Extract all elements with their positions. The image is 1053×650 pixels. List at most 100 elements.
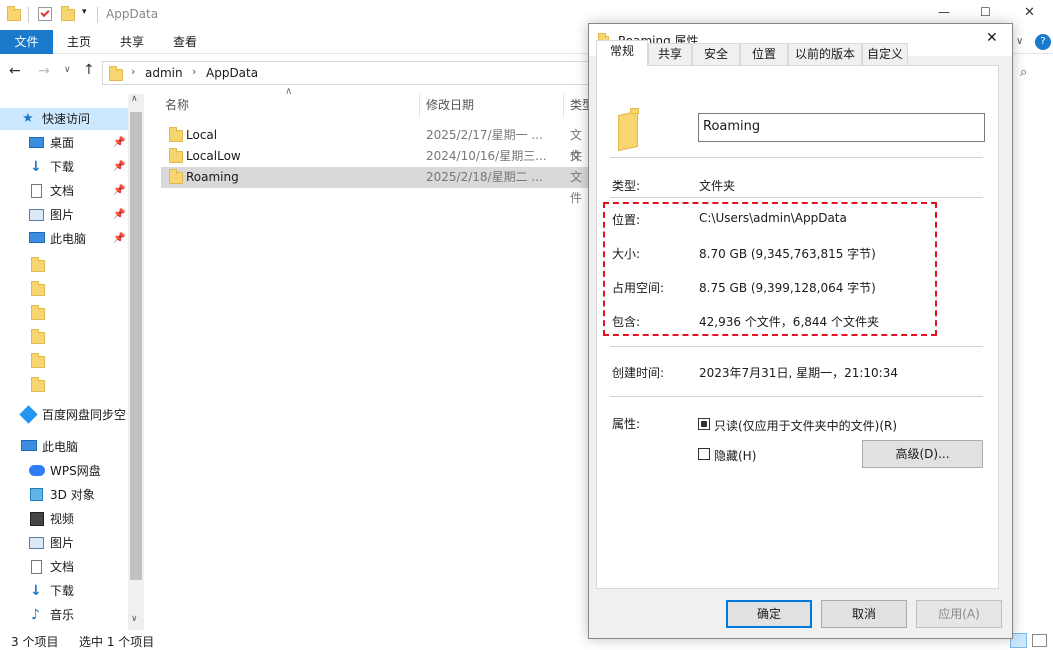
nav-videos[interactable]: 视频	[0, 508, 128, 530]
window-title: AppData	[106, 7, 159, 21]
column-divider[interactable]	[419, 94, 420, 118]
dialog-tab-previous-versions[interactable]: 以前的版本	[788, 43, 862, 65]
folder-icon[interactable]	[31, 329, 45, 344]
minimize-button[interactable]: —	[938, 5, 950, 19]
new-folder-icon[interactable]	[61, 6, 75, 21]
folder-icon[interactable]	[31, 377, 45, 392]
column-divider[interactable]	[563, 94, 564, 118]
computer-icon	[21, 440, 37, 451]
separator	[610, 157, 983, 158]
nav-documents[interactable]: 文档 📌	[0, 180, 128, 202]
back-arrow-icon[interactable]: ←	[9, 63, 21, 79]
help-icon[interactable]: ?	[1035, 34, 1051, 50]
divider	[28, 7, 29, 23]
separator	[610, 346, 983, 347]
nav-label: 文档	[50, 560, 75, 574]
nav-label: WPS网盘	[50, 464, 101, 478]
nav-downloads[interactable]: ↓ 下载 📌	[0, 156, 128, 178]
readonly-label[interactable]: 只读(仅应用于文件夹中的文件)(R)	[714, 417, 897, 434]
breadcrumb-admin[interactable]: admin	[145, 66, 183, 80]
chevron-down-icon[interactable]: ∨	[1016, 36, 1023, 47]
nav-wps-drive[interactable]: WPS网盘	[0, 460, 128, 482]
large-icons-view-icon[interactable]	[1032, 634, 1047, 647]
tab-view[interactable]: 查看	[164, 30, 206, 54]
cloud-icon	[29, 465, 45, 476]
dialog-tab-security[interactable]: 安全	[692, 43, 740, 65]
file-name: Local	[186, 128, 218, 142]
nav-this-pc-pinned[interactable]: 此电脑 📌	[0, 228, 128, 250]
nav-this-pc[interactable]: 此电脑	[0, 436, 128, 458]
chevron-down-icon[interactable]: ▾	[82, 7, 87, 17]
maximize-button[interactable]: ☐	[980, 5, 991, 19]
column-header-date[interactable]: 修改日期	[426, 95, 474, 115]
file-name: LocalLow	[186, 149, 241, 163]
readonly-checkbox[interactable]	[698, 418, 710, 430]
separator	[610, 197, 983, 198]
tab-file[interactable]: 文件	[0, 30, 53, 54]
folder-icon[interactable]	[31, 257, 45, 272]
tab-home[interactable]: 主页	[58, 30, 100, 54]
nav-quick-access[interactable]: ★ 快速访问	[0, 108, 128, 130]
tab-share[interactable]: 共享	[111, 30, 153, 54]
document-icon	[31, 184, 42, 198]
dialog-tab-sharing[interactable]: 共享	[648, 43, 692, 65]
close-button[interactable]: ✕	[1024, 5, 1035, 20]
nav-pictures[interactable]: 图片 📌	[0, 204, 128, 226]
table-row[interactable]: Local 2025/2/17/星期一 ... 文件	[161, 125, 591, 163]
nav-downloads-pc[interactable]: ↓ 下载	[0, 580, 128, 602]
dialog-close-button[interactable]: ✕	[986, 30, 998, 46]
nav-documents-pc[interactable]: 文档	[0, 556, 128, 578]
nav-label: 视频	[50, 512, 75, 526]
dialog-tab-general[interactable]: 常规	[596, 40, 648, 66]
hidden-checkbox[interactable]	[698, 448, 710, 460]
nav-pictures-pc[interactable]: 图片	[0, 532, 128, 554]
nav-label: 文档	[50, 184, 75, 198]
nav-music[interactable]: ♪ 音乐	[0, 604, 128, 626]
created-label: 创建时间:	[612, 366, 665, 380]
nav-label: 图片	[50, 536, 75, 550]
nav-3d-objects[interactable]: 3D 对象	[0, 484, 128, 506]
dialog-tab-customize[interactable]: 自定义	[862, 43, 908, 65]
search-icon[interactable]: ⌕	[1020, 65, 1027, 80]
scroll-down-icon[interactable]: ∨	[131, 614, 138, 624]
navigation-pane: ★ 快速访问 桌面 📌 ↓ 下载 📌 文档 📌 图片 📌 此电脑 📌 百度网盘同…	[0, 108, 145, 630]
cancel-button[interactable]: 取消	[821, 600, 907, 628]
nav-desktop[interactable]: 桌面 📌	[0, 132, 128, 154]
forward-arrow-icon[interactable]: →	[38, 63, 50, 79]
hidden-label[interactable]: 隐藏(H)	[714, 447, 756, 464]
pin-icon[interactable]: 📌	[113, 132, 125, 154]
scroll-up-icon[interactable]: ∧	[131, 94, 138, 104]
folder-icon[interactable]	[31, 281, 45, 296]
pin-icon[interactable]: 📌	[113, 156, 125, 178]
nav-baidu-sync[interactable]: 百度网盘同步空	[0, 404, 128, 426]
file-date: 2025/2/18/星期二 ...	[426, 170, 543, 184]
nav-label: 快速访问	[42, 112, 91, 126]
pin-icon[interactable]: 📌	[113, 204, 125, 226]
breadcrumb-separator-icon: ›	[192, 65, 197, 78]
nav-label: 百度网盘同步空	[42, 408, 127, 422]
pin-icon[interactable]: 📌	[113, 180, 125, 202]
column-header-name[interactable]: 名称	[165, 95, 189, 115]
breadcrumb-appdata[interactable]: AppData	[206, 66, 258, 80]
apply-button[interactable]: 应用(A)	[916, 600, 1002, 628]
folder-icon[interactable]	[31, 353, 45, 368]
ok-button[interactable]: 确定	[726, 600, 812, 628]
table-row-selected[interactable]: Roaming 2025/2/18/星期二 ... 文件	[161, 167, 591, 205]
properties-icon[interactable]	[38, 7, 52, 21]
download-icon: ↓	[30, 159, 42, 175]
nav-label: 下载	[50, 584, 75, 598]
up-arrow-icon[interactable]: ↑	[83, 62, 95, 78]
advanced-button[interactable]: 高级(D)...	[862, 440, 983, 468]
address-bar[interactable]: › admin › AppData	[102, 61, 590, 85]
dialog-tab-location[interactable]: 位置	[740, 43, 788, 65]
sort-ascending-icon: ∧	[285, 86, 293, 97]
table-row[interactable]: LocalLow 2024/10/16/星期三... 文件	[161, 146, 591, 184]
nav-label: 桌面	[50, 136, 75, 150]
recent-chevron-icon[interactable]: ∨	[64, 65, 71, 75]
scrollbar-thumb[interactable]	[130, 112, 142, 580]
nav-scrollbar[interactable]: ∧ ∨	[128, 94, 144, 630]
picture-icon	[29, 209, 44, 221]
folder-icon[interactable]	[31, 305, 45, 320]
folder-name-input[interactable]: Roaming	[698, 113, 985, 142]
pin-icon[interactable]: 📌	[113, 228, 125, 250]
